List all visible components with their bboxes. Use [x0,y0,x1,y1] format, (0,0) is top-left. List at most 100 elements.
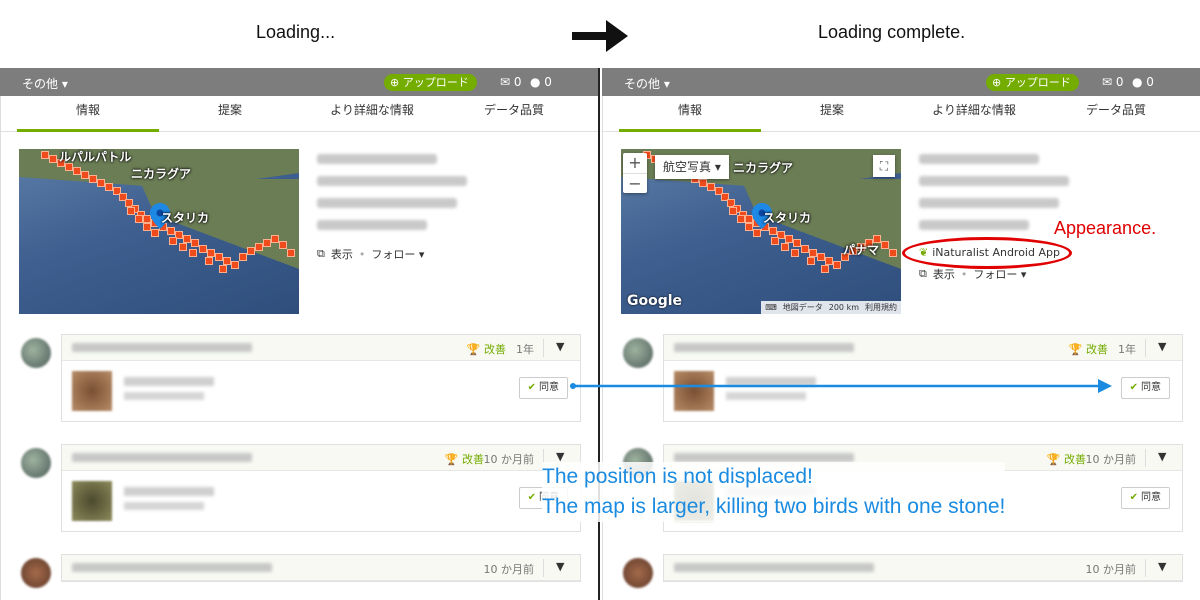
trophy-icon: 🏆 [1046,453,1061,466]
upload-label: アップロード [402,76,469,89]
range-cell [199,245,207,253]
timestamp: 1年 [1118,343,1136,356]
more-menu[interactable]: その他 ▾ [624,75,670,92]
appearance-highlight-oval [902,237,1072,269]
identification-card: 10 か月前 ▼ [663,554,1183,582]
range-cell [809,249,817,257]
range-cell [771,237,779,245]
fullscreen-icon[interactable]: ⛶ [873,155,895,177]
check-icon: ✔ [1129,382,1138,393]
range-cell [781,243,789,251]
range-cell [729,207,737,215]
tab-info[interactable]: 情報 [619,96,761,132]
user-name[interactable] [674,343,854,352]
chat-icon[interactable]: ● 0 [530,75,552,89]
taxon-sciname [124,502,204,510]
zoom-out-button[interactable]: − [623,173,647,193]
taxon-name[interactable] [124,487,214,496]
chevron-down-icon[interactable]: ▼ [1158,560,1172,573]
view-link[interactable]: 表示 [331,246,353,262]
range-cell [707,183,715,191]
meta-actions: ⧉ 表示 • フォロー ▾ [317,246,425,262]
observation-modal: 情報 提案 より詳細な情報 データ品質 ルパルパトル ニカラグア スタリカ ⧉ … [0,96,598,600]
avatar[interactable] [623,558,653,588]
avatar[interactable] [623,338,653,368]
avatar[interactable] [21,558,51,588]
range-cell [889,249,897,257]
upload-button[interactable]: ⊕ アップロード [384,74,477,91]
tab-bar: 情報 提案 より詳細な情報 データ品質 [1,96,598,132]
range-cell [825,257,833,265]
tab-data-quality[interactable]: データ品質 [1045,96,1187,131]
range-cell [219,265,227,273]
chevron-down-icon[interactable]: ▼ [1158,340,1172,353]
avatar[interactable] [21,338,51,368]
user-name[interactable] [72,453,252,462]
trophy-icon: 🏆 [466,343,481,356]
agree-button[interactable]: ✔同意 [1120,487,1170,509]
tab-details[interactable]: より詳細な情報 [903,96,1045,131]
tab-suggestions[interactable]: 提案 [159,96,301,131]
taxon-name[interactable] [124,377,214,386]
chevron-down-icon[interactable]: ▼ [556,340,570,353]
range-cell [239,253,247,261]
keyboard-icon[interactable]: ⌨ [765,301,777,314]
follow-dropdown[interactable]: フォロー ▾ [371,246,424,262]
chevron-down-icon[interactable]: ▼ [556,560,570,573]
map-label-costarica: スタリカ [161,211,210,225]
map-label-guatemala: ルパルパトル [59,150,132,164]
range-cell [205,257,213,265]
trophy-icon: 🏆 [1068,343,1083,356]
improving-badge: 🏆 改善 [466,343,506,356]
timestamp: 10 か月前 [1085,563,1137,576]
mail-icon[interactable]: ✉ 0 [1102,75,1124,89]
map-type-dropdown[interactable]: 航空写真 ▾ [655,155,729,179]
zoom-control: + − [623,153,647,193]
range-cell [753,229,761,237]
user-name[interactable] [674,563,874,572]
range-cell [247,247,255,255]
range-cell [801,245,809,253]
agree-button[interactable]: ✔同意 [518,377,568,399]
range-map[interactable]: + − 航空写真 ▾ ⛶ ニカラグア スタリカ パナマ Google ⌨ 地図デ… [621,149,901,314]
chat-icon[interactable]: ● 0 [1132,75,1154,89]
view-link[interactable]: 表示 [933,266,955,282]
check-icon: ✔ [1129,492,1138,503]
range-cell [207,249,215,257]
loading-complete-caption: Loading complete. [818,22,966,42]
range-cell [793,239,801,247]
taxon-photo[interactable] [674,371,714,411]
tab-details[interactable]: より詳細な情報 [301,96,443,131]
user-name[interactable] [674,453,854,462]
range-cell [151,229,159,237]
taxon-photo[interactable] [72,371,112,411]
map-label-nicaragua: ニカラグア [131,167,192,181]
range-cell [255,243,263,251]
more-menu[interactable]: その他 ▾ [22,75,68,92]
mail-count: 0 [513,75,522,89]
tab-suggestions[interactable]: 提案 [761,96,903,131]
upload-button[interactable]: ⊕ アップロード [986,74,1079,91]
zoom-in-button[interactable]: + [623,153,647,173]
range-map[interactable]: ルパルパトル ニカラグア スタリカ [19,149,299,314]
user-name[interactable] [72,343,252,352]
mail-icon[interactable]: ✉ 0 [500,75,522,89]
range-cell [73,167,81,175]
range-cell [833,261,841,269]
taxon-photo[interactable] [72,481,112,521]
map-footer: ⌨ 地図データ 200 km 利用規約 [761,301,901,314]
taxon-name[interactable] [726,377,816,386]
chevron-down-icon[interactable]: ▼ [1158,450,1172,463]
improving-badge: 🏆 改善 [444,453,484,466]
check-icon: ✔ [527,382,536,393]
user-name[interactable] [72,563,272,572]
range-cell [817,253,825,261]
avatar[interactable] [21,448,51,478]
agree-button[interactable]: ✔同意 [1120,377,1170,399]
external-link-icon: ⧉ [919,267,927,280]
tab-info[interactable]: 情報 [17,96,159,132]
tab-data-quality[interactable]: データ品質 [443,96,585,131]
improving-badge: 🏆 改善 [1068,343,1108,356]
range-cell [191,239,199,247]
taxon-sciname [726,392,806,400]
